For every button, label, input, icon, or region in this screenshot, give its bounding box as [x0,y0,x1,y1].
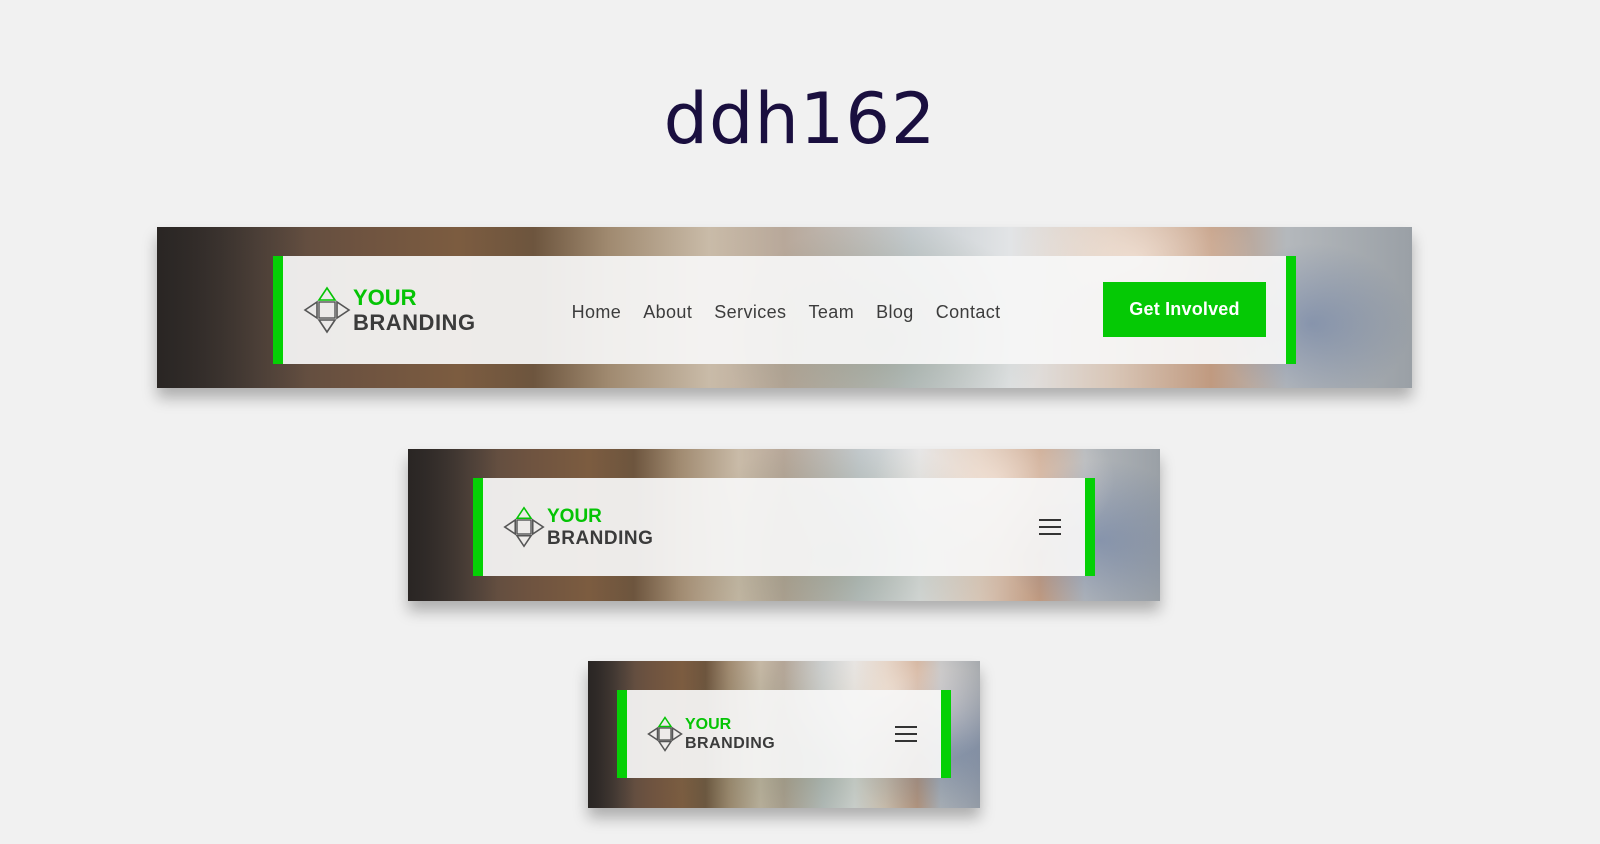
mobile-header-preview: YOUR BRANDING [588,661,980,808]
get-involved-button[interactable]: Get Involved [1103,281,1266,337]
page: ddh162 YOUR BRANDING Home About Services… [0,0,1600,844]
nav-link-contact[interactable]: Contact [936,302,1001,323]
brand-name-line1: YOUR [353,284,417,310]
desktop-header-preview: YOUR BRANDING Home About Services Team B… [157,227,1412,388]
desktop-navbar: YOUR BRANDING Home About Services Team B… [273,256,1296,364]
nav-link-about[interactable]: About [643,302,692,323]
page-title: ddh162 [663,78,937,160]
brand-logo[interactable]: YOUR BRANDING [647,716,775,752]
diamond-arrows-logo-icon [303,286,351,334]
brand-name-line2: BRANDING [353,309,476,335]
tablet-header-preview: YOUR BRANDING [408,449,1160,601]
diamond-arrows-logo-icon [647,716,683,752]
nav-link-team[interactable]: Team [808,302,854,323]
mobile-navbar: YOUR BRANDING [617,690,951,778]
nav-link-home[interactable]: Home [572,302,622,323]
brand-name-line1: YOUR [547,505,602,527]
nav-menu: Home About Services Team Blog Contact [572,302,1001,323]
brand-logo[interactable]: YOUR BRANDING [503,506,653,548]
nav-link-services[interactable]: Services [714,302,786,323]
diamond-arrows-logo-icon [503,506,545,548]
tablet-navbar: YOUR BRANDING [473,478,1095,576]
hamburger-menu-icon[interactable] [1039,517,1061,538]
brand-name-line2: BRANDING [547,527,654,549]
brand-name-line1: YOUR [685,715,732,733]
brand-name-line2: BRANDING [685,734,776,752]
brand-logo[interactable]: YOUR BRANDING [303,286,476,334]
nav-link-blog[interactable]: Blog [876,302,914,323]
hamburger-menu-icon[interactable] [895,724,917,745]
